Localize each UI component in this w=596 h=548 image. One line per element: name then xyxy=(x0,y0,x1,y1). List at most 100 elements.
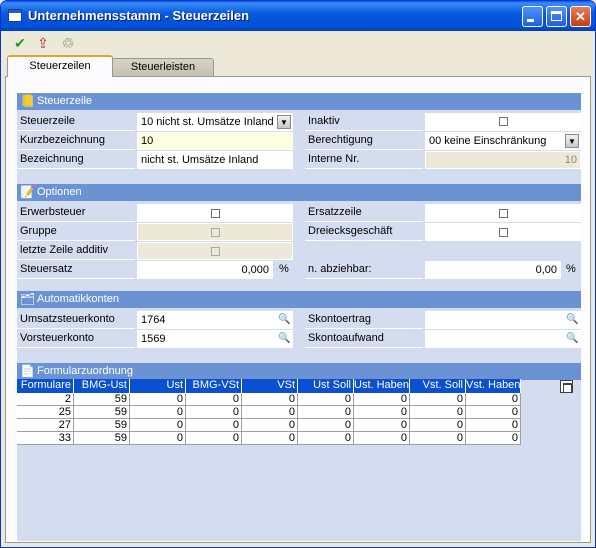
grid-cell[interactable]: 59 xyxy=(74,393,130,406)
steuersatz-label: Steuersatz xyxy=(17,261,135,279)
minimize-button[interactable] xyxy=(522,6,543,27)
grid-cell[interactable]: 0 xyxy=(186,432,242,445)
grid-cell[interactable]: 0 xyxy=(298,393,354,406)
grid-column-header[interactable]: Ust. Haben xyxy=(354,379,410,393)
grid-row[interactable]: 2 59 0 0 0 0 0 0 0 xyxy=(17,393,521,406)
grid-cell[interactable]: 0 xyxy=(354,393,410,406)
grid-row[interactable]: 33 59 0 0 0 0 0 0 0 xyxy=(17,432,521,445)
grid-cell[interactable]: 2 xyxy=(17,393,74,406)
window-title: Unternehmensstamm - Steuerzeilen xyxy=(28,8,250,23)
grid-cell[interactable]: 0 xyxy=(242,432,298,445)
grid-cell[interactable]: 0 xyxy=(466,406,521,419)
grid-cell[interactable]: 0 xyxy=(242,393,298,406)
grid-column-header[interactable]: VSt xyxy=(242,379,298,393)
kurzbezeichnung-input[interactable]: 10 xyxy=(137,132,293,150)
grid-cell[interactable]: 0 xyxy=(130,406,186,419)
main-window: Unternehmensstamm - Steuerzeilen ✕ ✔ ⇪ ♲… xyxy=(0,0,596,548)
grid-cell[interactable]: 25 xyxy=(17,406,74,419)
erwerbsteuer-cell xyxy=(137,204,293,222)
ersatzzeile-checkbox[interactable] xyxy=(499,209,508,218)
letzte-zeile-label: letzte Zeile additiv xyxy=(17,242,135,260)
inaktiv-label: Inaktiv xyxy=(305,113,423,131)
grid-column-header[interactable]: BMG-Ust xyxy=(74,379,130,393)
grid-cell[interactable]: 0 xyxy=(354,419,410,432)
grid-cell[interactable]: 0 xyxy=(242,419,298,432)
inaktiv-checkbox[interactable] xyxy=(499,117,508,126)
grid-cell[interactable]: 0 xyxy=(410,419,466,432)
maximize-button[interactable] xyxy=(546,6,567,27)
search-icon[interactable]: 🔍 xyxy=(278,313,291,327)
save-tool-button[interactable]: ✔ xyxy=(11,34,29,52)
umsatzsteuerkonto-value: 1764 xyxy=(141,314,166,326)
grid-cell[interactable]: 0 xyxy=(466,393,521,406)
grid-cell[interactable]: 0 xyxy=(298,419,354,432)
search-icon[interactable]: 🔍 xyxy=(566,332,579,346)
vorsteuerkonto-value: 1569 xyxy=(141,333,166,345)
section-steuerzeile: 📒 Steuerzeile xyxy=(17,93,581,110)
grid-cell[interactable]: 0 xyxy=(130,419,186,432)
grid-cell[interactable]: 0 xyxy=(410,393,466,406)
book-icon: 📒 xyxy=(20,94,35,108)
abziehbar-input[interactable]: 0,00 xyxy=(425,261,561,279)
form-icon: 📄 xyxy=(20,364,35,378)
grid-cell[interactable]: 0 xyxy=(410,432,466,445)
grid-options-button[interactable] xyxy=(560,380,573,393)
exit-tool-button[interactable]: ⇪ xyxy=(34,34,52,52)
pencil-icon: 📝 xyxy=(20,185,35,199)
grid-cell[interactable]: 0 xyxy=(298,406,354,419)
tab-steuerleisten[interactable]: Steuerleisten xyxy=(112,58,214,77)
grid-cell[interactable]: 33 xyxy=(17,432,74,445)
check-icon: ✔ xyxy=(14,35,26,51)
delete-tool-button[interactable]: ♲ xyxy=(59,34,77,52)
inaktiv-cell xyxy=(425,113,581,131)
vorsteuerkonto-input[interactable]: 1569 🔍 xyxy=(137,330,293,348)
grid-cell[interactable]: 59 xyxy=(74,406,130,419)
grid-cell[interactable]: 59 xyxy=(74,419,130,432)
formular-grid[interactable]: Formulare BMG-Ust Ust BMG-VSt VSt Ust Soll Ust… xyxy=(17,379,521,445)
grid-column-header[interactable]: Vst. Haben xyxy=(466,379,521,393)
grid-cell[interactable]: 0 xyxy=(130,432,186,445)
grid-cell[interactable]: 0 xyxy=(186,406,242,419)
grid-cell[interactable]: 0 xyxy=(466,419,521,432)
grid-cell[interactable]: 0 xyxy=(242,406,298,419)
chevron-down-icon[interactable]: ▼ xyxy=(277,115,291,129)
grid-column-header[interactable]: Formulare xyxy=(17,379,74,393)
dreiecksgeschaeft-cell xyxy=(425,223,581,241)
steuerzeile-label: Steuerzeile xyxy=(17,113,135,131)
grid-column-header[interactable]: Ust xyxy=(130,379,186,393)
grid-cell[interactable]: 27 xyxy=(17,419,74,432)
chevron-down-icon[interactable]: ▼ xyxy=(565,134,579,148)
search-icon[interactable]: 🔍 xyxy=(566,313,579,327)
title-bar[interactable]: Unternehmensstamm - Steuerzeilen ✕ xyxy=(1,1,595,31)
grid-cell[interactable]: 0 xyxy=(298,432,354,445)
tab-steuerzeilen[interactable]: Steuerzeilen xyxy=(7,55,113,77)
close-button[interactable]: ✕ xyxy=(570,6,591,27)
grid-cell[interactable]: 0 xyxy=(354,406,410,419)
dreiecksgeschaeft-checkbox[interactable] xyxy=(499,228,508,237)
grid-row[interactable]: 25 59 0 0 0 0 0 0 0 xyxy=(17,406,521,419)
grid-cell[interactable]: 0 xyxy=(354,432,410,445)
grid-column-header[interactable]: BMG-VSt xyxy=(186,379,242,393)
grid-cell[interactable]: 0 xyxy=(186,393,242,406)
grid-row[interactable]: 27 59 0 0 0 0 0 0 0 xyxy=(17,419,521,432)
erwerbsteuer-checkbox[interactable] xyxy=(211,209,220,218)
grid-cell[interactable]: 0 xyxy=(410,406,466,419)
grid-column-header[interactable]: Ust Soll xyxy=(298,379,354,393)
umsatzsteuerkonto-input[interactable]: 1764 🔍 xyxy=(137,311,293,329)
erwerbsteuer-label: Erwerbsteuer xyxy=(17,204,135,222)
grid-column-header[interactable]: Vst. Soll xyxy=(410,379,466,393)
bezeichnung-label: Bezeichnung xyxy=(17,151,135,169)
grid-cell[interactable]: 0 xyxy=(130,393,186,406)
bezeichnung-input[interactable]: nicht st. Umsätze Inland xyxy=(137,151,293,169)
skontoertrag-input[interactable]: 🔍 xyxy=(425,311,581,329)
grid-cell[interactable]: 59 xyxy=(74,432,130,445)
grid-cell[interactable]: 0 xyxy=(186,419,242,432)
grid-cell[interactable]: 0 xyxy=(466,432,521,445)
steuersatz-input[interactable]: 0,000 xyxy=(137,261,273,279)
search-icon[interactable]: 🔍 xyxy=(278,332,291,346)
exit-icon: ⇪ xyxy=(37,35,49,51)
steuerzeile-select[interactable]: 10 nicht st. Umsätze Inland ▼ xyxy=(137,113,293,131)
tab-panel: 📒 Steuerzeile Steuerzeile 10 nicht st. U… xyxy=(5,76,591,543)
skontoaufwand-input[interactable]: 🔍 xyxy=(425,330,581,348)
berechtigung-select[interactable]: 00 keine Einschränkung ▼ xyxy=(425,132,581,150)
